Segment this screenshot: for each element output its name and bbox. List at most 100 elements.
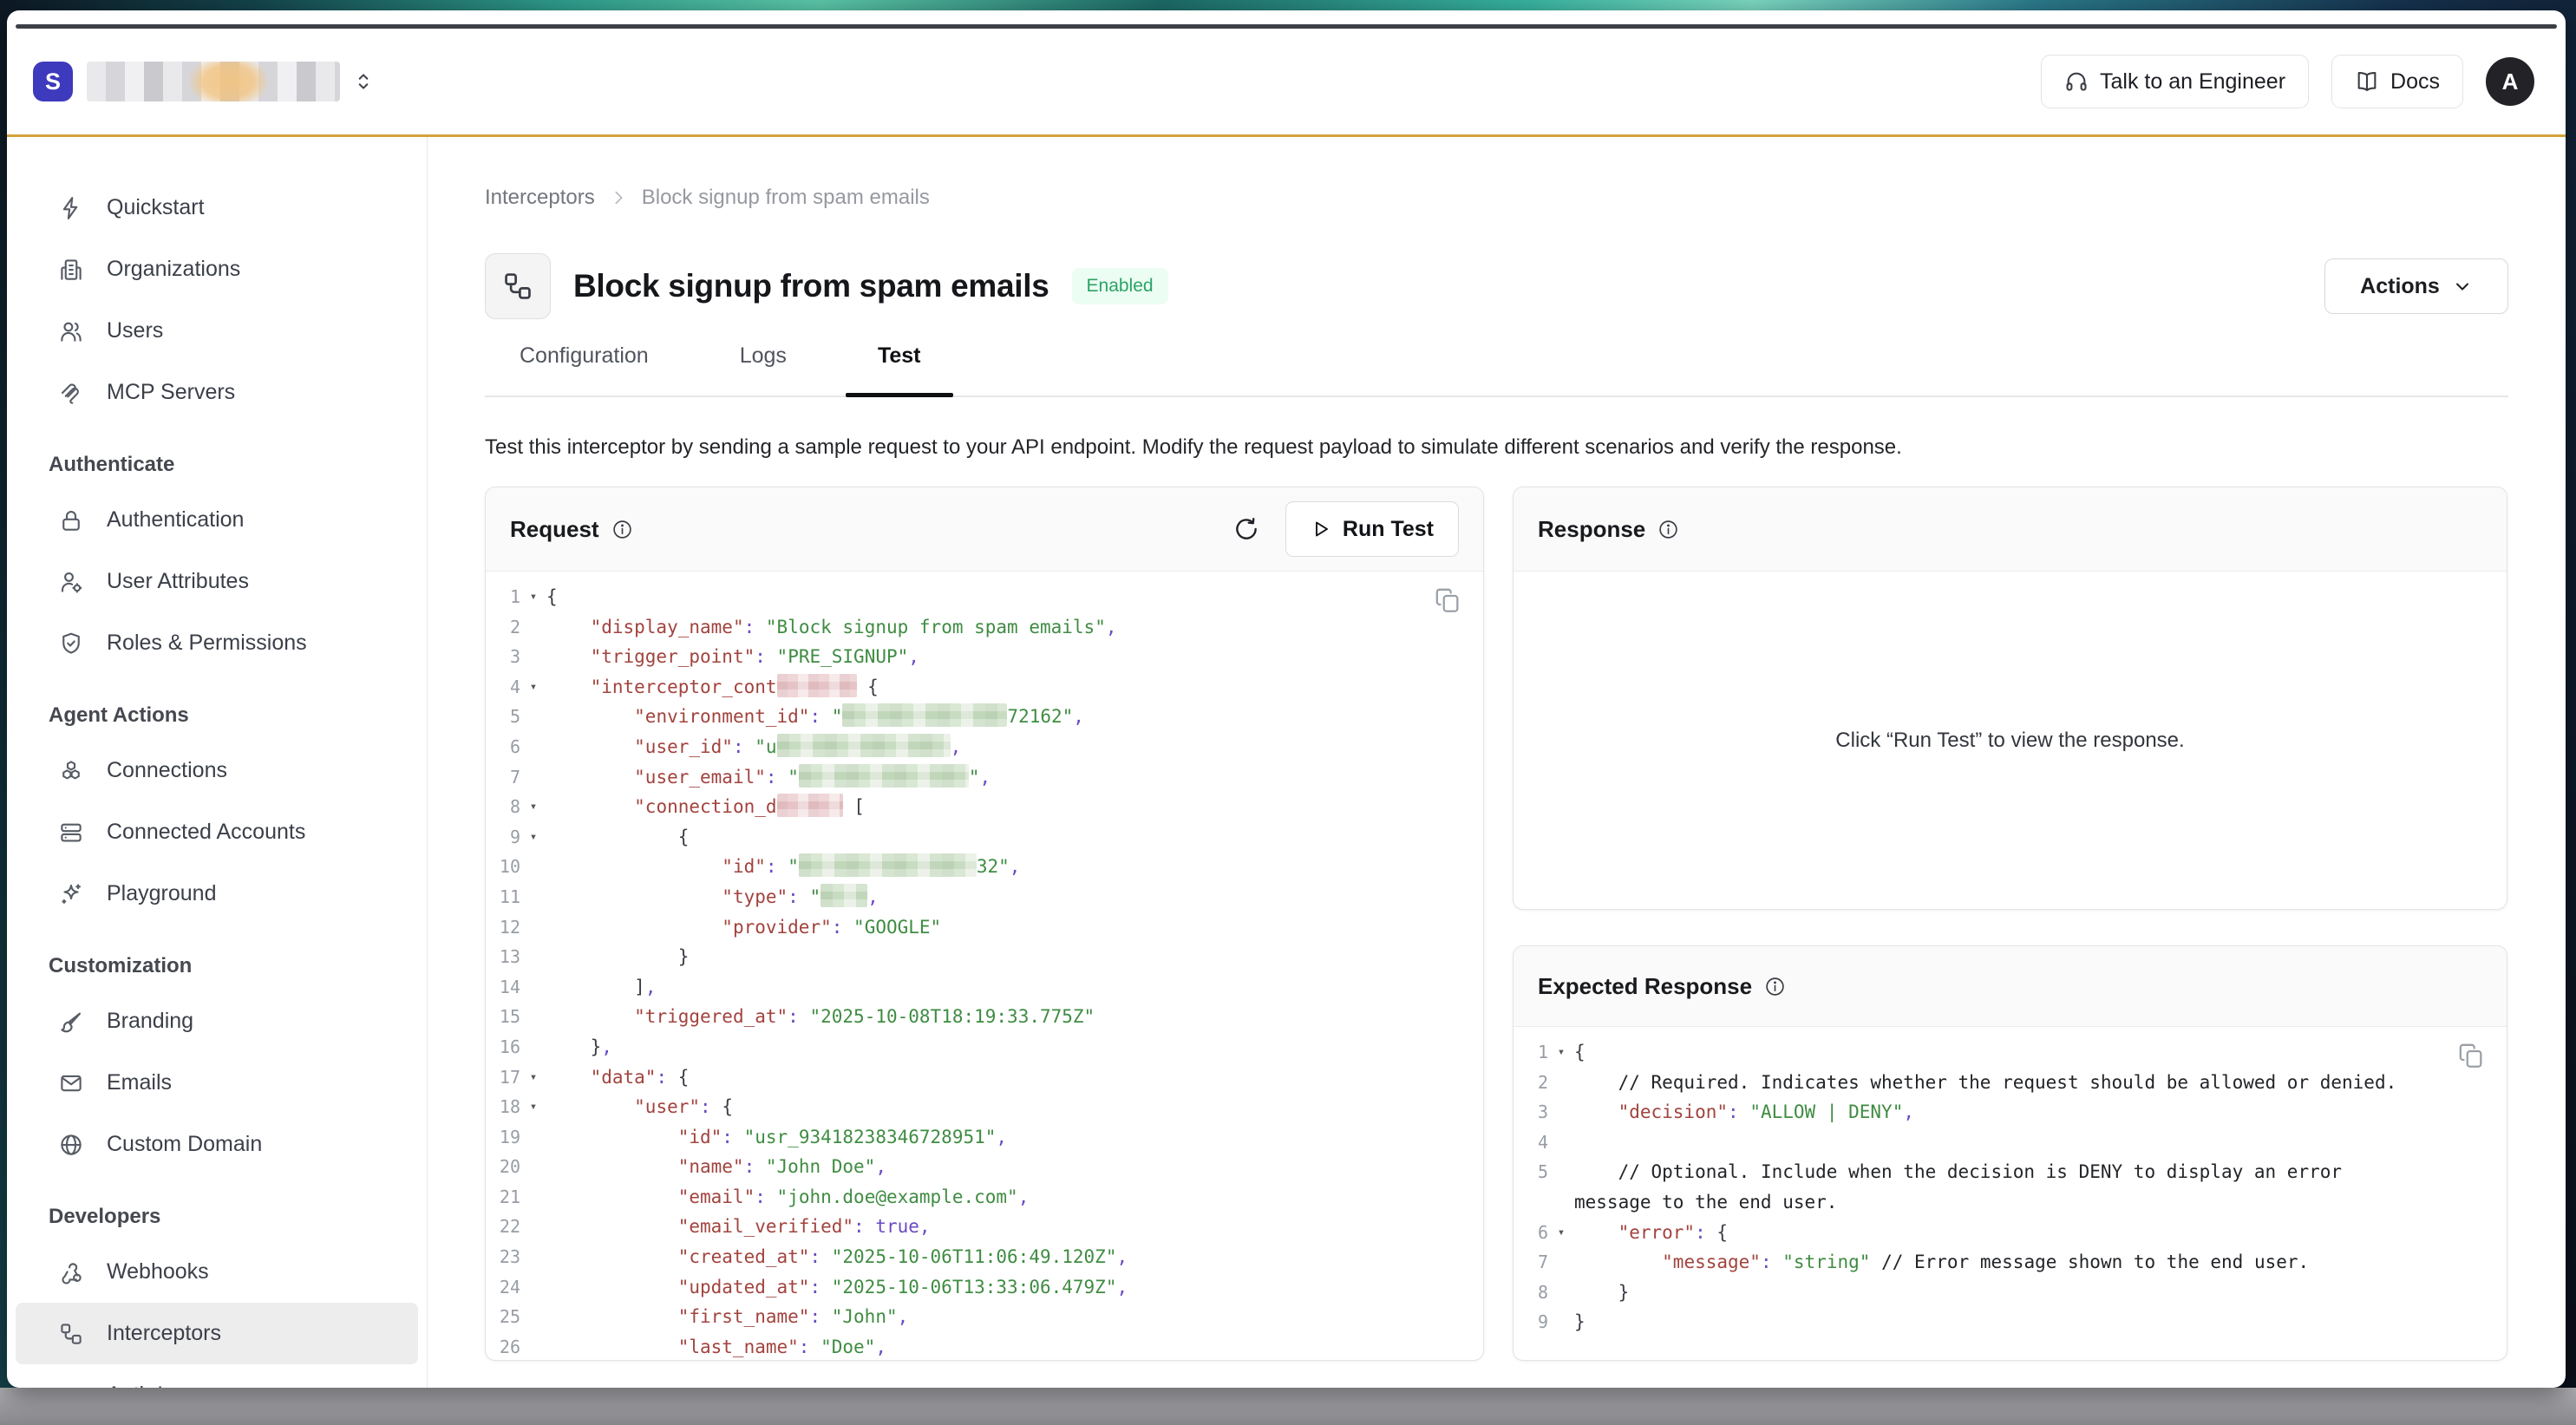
- copy-icon[interactable]: [1433, 585, 1462, 615]
- code-line: 15 "triggered_at": "2025-10-08T18:19:33.…: [486, 1002, 1483, 1032]
- code-text: "decision": "ALLOW | DENY",: [1574, 1097, 2507, 1128]
- sidebar-item-quickstart[interactable]: Quickstart: [16, 177, 418, 239]
- lock-icon: [57, 507, 85, 534]
- line-number: 26: [486, 1332, 520, 1361]
- page-description: Test this interceptor by sending a sampl…: [485, 435, 2508, 460]
- tab-configuration[interactable]: Configuration: [520, 343, 649, 395]
- talk-to-engineer-label: Talk to an Engineer: [2100, 69, 2285, 95]
- line-number: 1: [1514, 1037, 1548, 1068]
- mcp-icon: [57, 379, 85, 407]
- shield-check-icon: [57, 630, 85, 657]
- line-number: 18: [486, 1092, 520, 1122]
- request-code-editor[interactable]: 1▾{2 "display_name": "Block signup from …: [486, 572, 1483, 1361]
- expected-response-code[interactable]: 1▾{2 // Required. Indicates whether the …: [1514, 1027, 2507, 1337]
- code-line: 7 "user_email": "",: [486, 762, 1483, 793]
- code-line: 5 // Optional. Include when the decision…: [1514, 1157, 2507, 1217]
- fold-toggle-icon[interactable]: ▾: [520, 672, 546, 703]
- line-number: 6: [1514, 1218, 1548, 1248]
- sidebar-item-playground[interactable]: Playground: [16, 863, 418, 925]
- sidebar-item-webhooks[interactable]: Webhooks: [16, 1241, 418, 1303]
- code-line: 23 "created_at": "2025-10-06T11:06:49.12…: [486, 1242, 1483, 1272]
- sidebar-item-label: Organizations: [107, 257, 240, 282]
- tab-logs[interactable]: Logs: [740, 343, 787, 395]
- sidebar-item-connected-accounts[interactable]: Connected Accounts: [16, 801, 418, 863]
- code-line: 24 "updated_at": "2025-10-06T13:33:06.47…: [486, 1272, 1483, 1303]
- response-panel: Response Click “Run Test” to view the re…: [1513, 487, 2507, 910]
- talk-to-engineer-button[interactable]: Talk to an Engineer: [2041, 55, 2309, 108]
- book-icon: [2355, 69, 2379, 94]
- line-number: 13: [486, 942, 520, 972]
- line-number: 6: [486, 732, 520, 762]
- docs-button[interactable]: Docs: [2331, 55, 2463, 108]
- fold-toggle-icon[interactable]: ▾: [1548, 1037, 1574, 1068]
- copy-icon[interactable]: [2456, 1041, 2486, 1070]
- org-name-redacted[interactable]: [87, 62, 340, 101]
- sidebar-item-organizations[interactable]: Organizations: [16, 239, 418, 300]
- breadcrumb: Interceptors Block signup from spam emai…: [485, 186, 2508, 210]
- main-content: Interceptors Block signup from spam emai…: [428, 137, 2566, 1388]
- code-text: }: [1574, 1278, 2507, 1308]
- sidebar-item-label: Quickstart: [107, 195, 205, 220]
- line-number: 7: [486, 762, 520, 793]
- sidebar-item-user-attributes[interactable]: User Attributes: [16, 551, 418, 612]
- line-number: 4: [486, 672, 520, 703]
- sidebar-item-authentication[interactable]: Authentication: [16, 489, 418, 551]
- sidebar-item-emails[interactable]: Emails: [16, 1052, 418, 1114]
- sidebar-item-interceptors[interactable]: Interceptors: [16, 1303, 418, 1364]
- line-number: 23: [486, 1242, 520, 1272]
- code-line: 18▾ "user": {: [486, 1092, 1483, 1122]
- run-test-button[interactable]: Run Test: [1285, 501, 1459, 557]
- brand-logo[interactable]: S: [33, 62, 73, 101]
- fold-toggle-icon[interactable]: ▾: [520, 792, 546, 822]
- fold-toggle-icon[interactable]: ▾: [520, 582, 546, 612]
- user-gear-icon: [57, 568, 85, 596]
- code-line: 17▾ "data": {: [486, 1062, 1483, 1093]
- line-number: 20: [486, 1152, 520, 1182]
- line-number: 10: [486, 852, 520, 882]
- line-number: 21: [486, 1182, 520, 1213]
- app-window: S Talk to an Engineer: [7, 10, 2566, 1388]
- code-line: 14 ],: [486, 972, 1483, 1003]
- sidebar-section-customization: Customization: [7, 925, 427, 990]
- sidebar-item-label: Auth Logs: [107, 1383, 205, 1388]
- response-panel-header: Response: [1514, 487, 2507, 572]
- expected-response-header: Expected Response: [1514, 946, 2507, 1027]
- fold-toggle-icon[interactable]: ▾: [520, 1092, 546, 1122]
- code-text: "user_email": "",: [546, 762, 1483, 793]
- info-icon[interactable]: [611, 519, 633, 540]
- tab-test[interactable]: Test: [878, 343, 921, 395]
- sidebar-item-auth-logs[interactable]: Auth Logs: [16, 1364, 418, 1388]
- sidebar-item-branding[interactable]: Branding: [16, 990, 418, 1052]
- sidebar-section-developers: Developers: [7, 1175, 427, 1241]
- brush-icon: [57, 1008, 85, 1036]
- sidebar-item-label: Authentication: [107, 507, 244, 533]
- sidebar-item-label: Interceptors: [107, 1321, 221, 1346]
- info-icon[interactable]: [1764, 976, 1786, 997]
- sidebar-item-mcp-servers[interactable]: MCP Servers: [16, 362, 418, 423]
- headset-icon: [2064, 69, 2089, 94]
- fold-toggle-icon[interactable]: ▾: [1548, 1218, 1574, 1248]
- sidebar-section-agent-actions: Agent Actions: [7, 674, 427, 740]
- line-number: 3: [486, 642, 520, 672]
- sidebar-item-label: MCP Servers: [107, 380, 235, 405]
- chevron-up-down-icon[interactable]: [352, 70, 375, 93]
- info-icon[interactable]: [1657, 519, 1679, 540]
- actions-button[interactable]: Actions: [2324, 258, 2508, 314]
- avatar[interactable]: A: [2486, 57, 2534, 106]
- code-text: "created_at": "2025-10-06T11:06:49.120Z"…: [546, 1242, 1483, 1272]
- cubes-icon: [57, 757, 85, 785]
- refresh-icon[interactable]: [1233, 516, 1259, 542]
- fold-toggle-icon[interactable]: ▾: [520, 822, 546, 853]
- sidebar-item-roles-permissions[interactable]: Roles & Permissions: [16, 612, 418, 674]
- code-line: 1▾{: [1514, 1037, 2507, 1068]
- breadcrumb-interceptors[interactable]: Interceptors: [485, 186, 595, 210]
- code-text: {: [546, 582, 1483, 612]
- code-text: "user": {: [546, 1092, 1483, 1122]
- fold-toggle-icon[interactable]: ▾: [520, 1062, 546, 1093]
- sidebar-item-custom-domain[interactable]: Custom Domain: [16, 1114, 418, 1175]
- code-text: "error": {: [1574, 1218, 2507, 1248]
- code-text: ],: [546, 972, 1483, 1003]
- sidebar-item-connections[interactable]: Connections: [16, 740, 418, 801]
- sidebar-item-users[interactable]: Users: [16, 300, 418, 362]
- code-text: "id": "usr_93418238346728951",: [546, 1122, 1483, 1153]
